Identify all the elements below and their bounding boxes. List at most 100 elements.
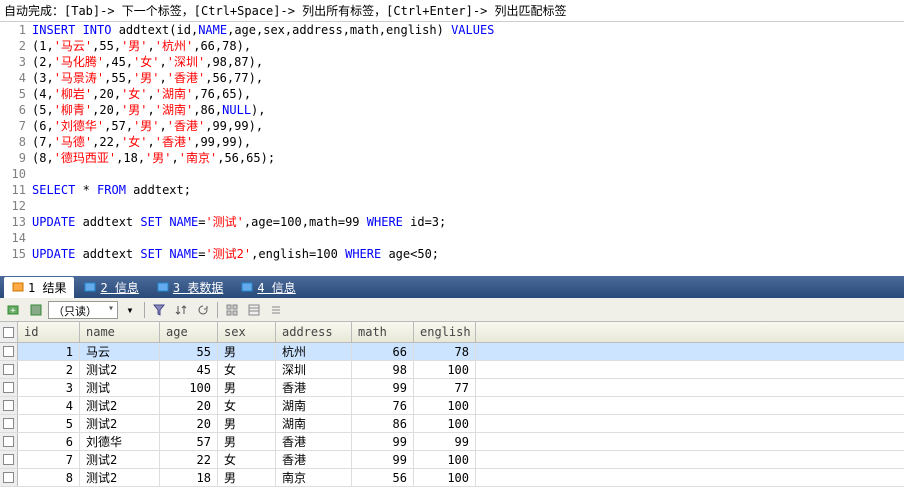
add-row-icon[interactable]: + [4,300,24,320]
separator [144,302,145,318]
tab-label: 2 信息 [100,279,138,296]
cell-math[interactable]: 98 [352,361,414,378]
tab-2[interactable]: 3 表数据 [149,277,231,298]
cell-math[interactable]: 99 [352,433,414,450]
cell-english[interactable]: 100 [414,397,476,414]
cell-id[interactable]: 4 [18,397,80,414]
col-header-name[interactable]: name [80,322,160,342]
cell-english[interactable]: 100 [414,451,476,468]
cell-math[interactable]: 76 [352,397,414,414]
cell-name[interactable]: 测试2 [80,451,160,468]
cell-name[interactable]: 测试2 [80,397,160,414]
cell-address[interactable]: 香港 [276,433,352,450]
sort-icon[interactable] [171,300,191,320]
table-row[interactable]: 3测试100男香港9977 [0,379,904,397]
table-row[interactable]: 6刘德华57男香港9999 [0,433,904,451]
table-row[interactable]: 7测试222女香港99100 [0,451,904,469]
row-checkbox[interactable] [0,361,18,378]
cell-sex[interactable]: 男 [218,469,276,486]
row-checkbox[interactable] [0,397,18,414]
col-header-id[interactable]: id [18,322,80,342]
row-checkbox[interactable] [0,415,18,432]
cell-math[interactable]: 56 [352,469,414,486]
cell-id[interactable]: 5 [18,415,80,432]
cell-english[interactable]: 77 [414,379,476,396]
select-all-checkbox[interactable] [0,322,18,342]
col-header-age[interactable]: age [160,322,218,342]
row-checkbox[interactable] [0,451,18,468]
cell-id[interactable]: 2 [18,361,80,378]
cell-address[interactable]: 深圳 [276,361,352,378]
table-row[interactable]: 8测试218男南京56100 [0,469,904,487]
cell-sex[interactable]: 男 [218,433,276,450]
cell-math[interactable]: 99 [352,379,414,396]
cell-id[interactable]: 6 [18,433,80,450]
tab-0[interactable]: 1 结果 [4,277,74,298]
cell-sex[interactable]: 女 [218,361,276,378]
row-checkbox[interactable] [0,379,18,396]
cell-name[interactable]: 马云 [80,343,160,360]
cell-age[interactable]: 100 [160,379,218,396]
dropdown-arrow-icon[interactable]: ▾ [120,300,140,320]
cell-math[interactable]: 99 [352,451,414,468]
cell-sex[interactable]: 女 [218,451,276,468]
cell-age[interactable]: 55 [160,343,218,360]
cell-age[interactable]: 18 [160,469,218,486]
cell-name[interactable]: 刘德华 [80,433,160,450]
cell-id[interactable]: 1 [18,343,80,360]
cell-math[interactable]: 66 [352,343,414,360]
mode-select[interactable]: （只读） [48,301,118,319]
cell-english[interactable]: 100 [414,415,476,432]
row-checkbox[interactable] [0,433,18,450]
export-icon[interactable] [26,300,46,320]
cell-age[interactable]: 20 [160,397,218,414]
cell-name[interactable]: 测试 [80,379,160,396]
cell-name[interactable]: 测试2 [80,361,160,378]
text-view-icon[interactable] [266,300,286,320]
cell-address[interactable]: 香港 [276,379,352,396]
cell-address[interactable]: 湖南 [276,397,352,414]
table-row[interactable]: 4测试220女湖南76100 [0,397,904,415]
grid-view-icon[interactable] [222,300,242,320]
cell-english[interactable]: 99 [414,433,476,450]
form-view-icon[interactable] [244,300,264,320]
table-row[interactable]: 5测试220男湖南86100 [0,415,904,433]
cell-address[interactable]: 南京 [276,469,352,486]
col-header-sex[interactable]: sex [218,322,276,342]
tab-1[interactable]: 2 信息 [76,277,146,298]
cell-age[interactable]: 57 [160,433,218,450]
refresh-icon[interactable] [193,300,213,320]
cell-id[interactable]: 3 [18,379,80,396]
cell-age[interactable]: 45 [160,361,218,378]
cell-name[interactable]: 测试2 [80,469,160,486]
tab-3[interactable]: 4 信息 [233,277,303,298]
cell-english[interactable]: 100 [414,361,476,378]
cell-age[interactable]: 20 [160,415,218,432]
cell-english[interactable]: 100 [414,469,476,486]
cell-sex[interactable]: 女 [218,397,276,414]
cell-address[interactable]: 湖南 [276,415,352,432]
col-header-english[interactable]: english [414,322,476,342]
cell-name[interactable]: 测试2 [80,415,160,432]
table-row[interactable]: 2测试245女深圳98100 [0,361,904,379]
row-checkbox[interactable] [0,343,18,360]
cell-address[interactable]: 杭州 [276,343,352,360]
cell-math[interactable]: 86 [352,415,414,432]
cell-sex[interactable]: 男 [218,343,276,360]
filter-icon[interactable] [149,300,169,320]
cell-sex[interactable]: 男 [218,379,276,396]
sql-editor[interactable]: 123456789101112131415 INSERT INTO addtex… [0,22,904,276]
row-checkbox[interactable] [0,469,18,486]
line-gutter: 123456789101112131415 [0,22,32,276]
cell-english[interactable]: 78 [414,343,476,360]
cell-sex[interactable]: 男 [218,415,276,432]
cell-id[interactable]: 8 [18,469,80,486]
code-area[interactable]: INSERT INTO addtext(id,NAME,age,sex,addr… [32,22,904,276]
col-header-address[interactable]: address [276,322,352,342]
cell-id[interactable]: 7 [18,451,80,468]
col-header-math[interactable]: math [352,322,414,342]
result-grid: id name age sex address math english 1马云… [0,322,904,487]
cell-address[interactable]: 香港 [276,451,352,468]
cell-age[interactable]: 22 [160,451,218,468]
table-row[interactable]: 1马云55男杭州6678 [0,343,904,361]
